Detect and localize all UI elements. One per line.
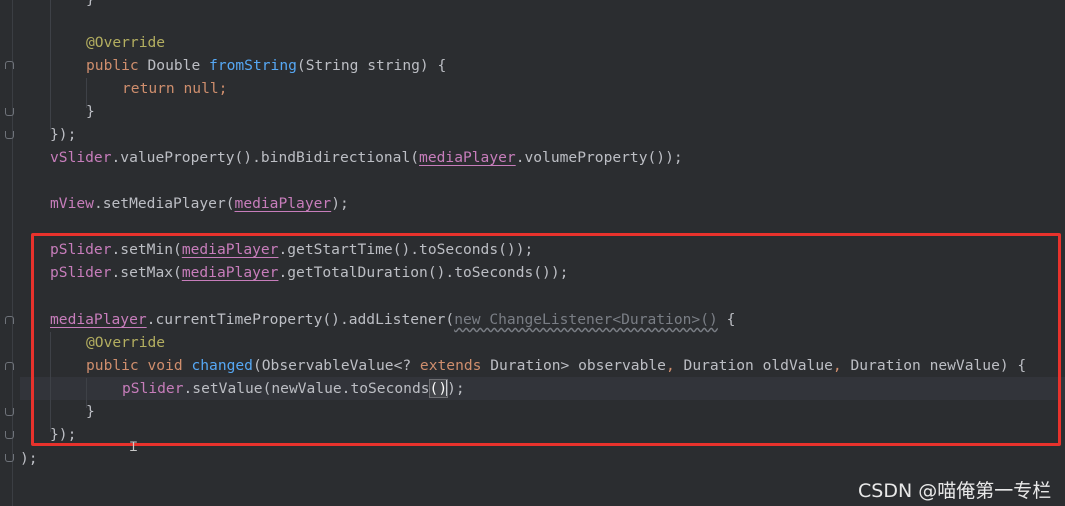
field-name: vSlider bbox=[50, 149, 112, 166]
code-text: .volumeProperty()); bbox=[515, 149, 683, 166]
keyword: null bbox=[183, 80, 219, 97]
keyword: return bbox=[122, 80, 175, 97]
code-text: ); bbox=[331, 195, 349, 212]
code-text: .valueProperty().bindBidirectional( bbox=[111, 149, 420, 166]
editor-gutter bbox=[0, 0, 20, 506]
code-line-0[interactable]: } bbox=[86, 0, 95, 11]
code-text: } bbox=[86, 103, 95, 120]
code-text: ); bbox=[20, 450, 38, 467]
fold-end-icon[interactable] bbox=[5, 454, 14, 462]
code-text: ; bbox=[218, 80, 228, 97]
highlight-box bbox=[31, 233, 1061, 446]
fold-end-icon[interactable] bbox=[5, 108, 14, 116]
watermark: CSDN @喵俺第一专栏 bbox=[858, 480, 1052, 502]
indent-guide bbox=[50, 0, 51, 130]
code-line-8[interactable]: mView.setMediaPlayer(mediaPlayer); bbox=[50, 192, 349, 215]
variable-name: mediaPlayer bbox=[419, 149, 516, 166]
fold-end-icon[interactable] bbox=[5, 408, 14, 416]
fold-start-icon[interactable] bbox=[5, 362, 14, 370]
code-editor[interactable]: } @Override public Double fromString(Str… bbox=[0, 0, 1065, 506]
annotation: @Override bbox=[86, 34, 166, 51]
code-text: .setMediaPlayer( bbox=[93, 195, 235, 212]
fold-end-icon[interactable] bbox=[5, 431, 14, 439]
code-line-4[interactable]: } bbox=[86, 100, 95, 123]
fold-start-icon[interactable] bbox=[5, 61, 14, 69]
code-line-2[interactable]: public Double fromString(String string) … bbox=[86, 54, 446, 77]
fold-start-icon[interactable] bbox=[5, 316, 14, 324]
keyword: public bbox=[86, 57, 139, 74]
code-line-19[interactable]: ); bbox=[20, 447, 38, 470]
text-cursor-icon: Ｉ bbox=[127, 440, 141, 455]
code-line-1[interactable]: @Override bbox=[86, 31, 165, 54]
code-line-6[interactable]: vSlider.valueProperty().bindBidirectiona… bbox=[50, 146, 683, 169]
code-line-5[interactable]: }); bbox=[50, 123, 76, 146]
fold-end-icon[interactable] bbox=[5, 131, 14, 139]
code-text: (String string) { bbox=[296, 57, 447, 74]
field-name: mView bbox=[50, 195, 94, 212]
method-name: fromString bbox=[209, 57, 297, 74]
code-text: }); bbox=[50, 126, 77, 143]
type-name: Double bbox=[147, 57, 201, 74]
code-line-3[interactable]: return null; bbox=[122, 77, 227, 100]
variable-name: mediaPlayer bbox=[234, 195, 332, 212]
